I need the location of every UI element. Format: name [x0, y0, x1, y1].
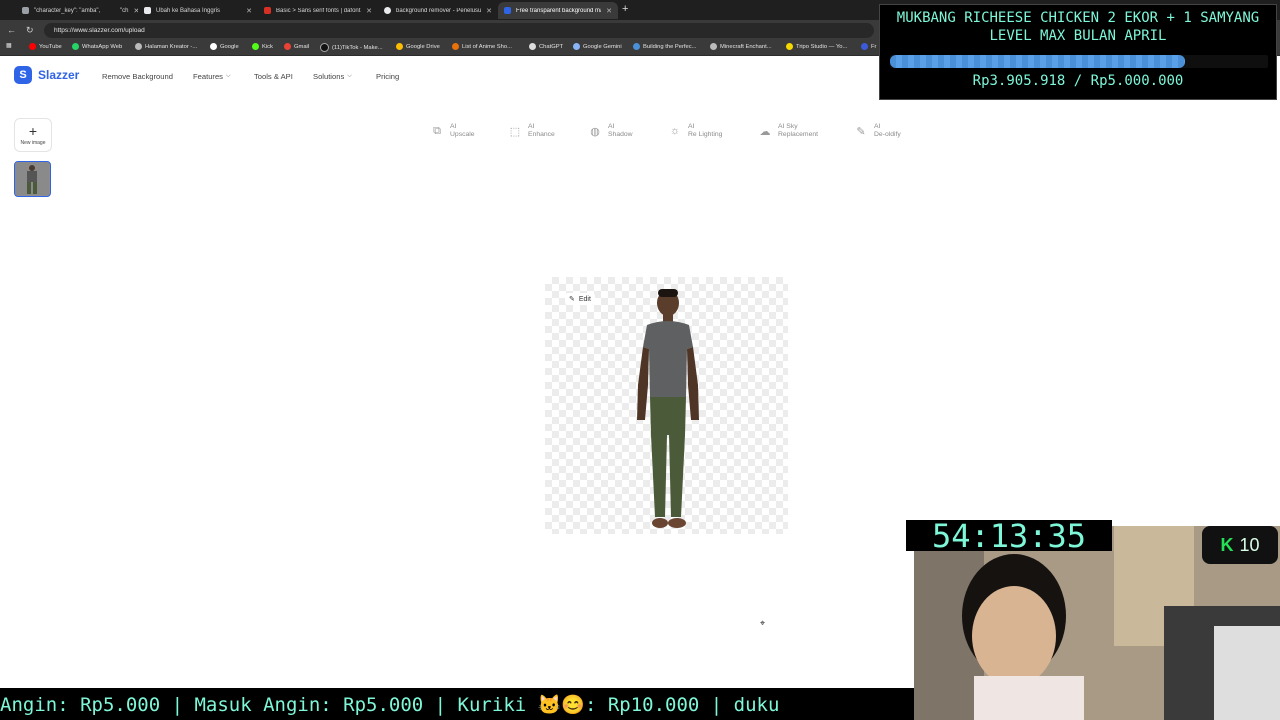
bookmark-item[interactable]: Minecraft Enchant... — [710, 43, 772, 50]
edit-button[interactable]: ✎ Edit — [565, 293, 595, 305]
whatsapp-icon — [72, 43, 79, 50]
tripo-icon — [786, 43, 793, 50]
image-thumbnail[interactable] — [14, 161, 51, 197]
upscale-icon: ⧉ — [433, 124, 441, 137]
site-header: S Slazzer Remove Background Features ⌵ To… — [0, 56, 880, 96]
bookmark-site-icon — [633, 43, 640, 50]
nav-tools-api[interactable]: Tools & API — [254, 72, 293, 81]
shadow-icon: ◍ — [590, 125, 600, 138]
chevron-down-icon: ⌵ — [225, 73, 231, 79]
thumbnail-figure — [15, 162, 49, 195]
donation-progress-fill — [890, 55, 1186, 68]
bookmark-site-icon — [710, 43, 717, 50]
browser-tab[interactable]: "ch ✕ — [114, 2, 138, 19]
image-canvas[interactable]: ✎ Edit — [545, 277, 788, 534]
close-tab-icon[interactable]: ✕ — [606, 7, 612, 15]
relighting-icon: ☼ — [669, 125, 681, 137]
processed-image-figure — [637, 289, 699, 528]
slazzer-logo-icon: S — [14, 66, 32, 84]
kick-viewer-count: K 10 — [1202, 526, 1278, 564]
tab-favicon-icon — [22, 7, 29, 14]
mouse-cursor-icon: ⌖ — [760, 618, 766, 628]
chatgpt-icon — [529, 43, 536, 50]
tool-ai-relighting[interactable]: ☼ AI Re Lighting — [668, 123, 722, 139]
nav-features[interactable]: Features ⌵ — [193, 72, 231, 81]
tool-ai-upscale[interactable]: ⧉ AI Upscale — [430, 123, 475, 139]
gmail-icon — [284, 43, 291, 50]
google-drive-icon — [396, 43, 403, 50]
stream-timer: 54:13:35 — [906, 520, 1112, 553]
donation-goal-title: MUKBANG RICHEESE CHICKEN 2 EKOR + 1 SAMY… — [896, 10, 1260, 44]
youtube-icon — [29, 43, 36, 50]
bookmark-item[interactable]: Halaman Kreator -... — [135, 43, 197, 50]
sky-replacement-icon: ☁ — [759, 125, 771, 138]
close-tab-icon[interactable]: ✕ — [366, 7, 372, 15]
bookmark-item[interactable]: YouTube — [29, 43, 62, 50]
nav-pricing[interactable]: Pricing — [376, 72, 399, 81]
donation-progress-bar — [890, 55, 1268, 68]
close-tab-icon[interactable]: ✕ — [246, 7, 252, 15]
gemini-icon — [573, 43, 580, 50]
nav-remove-background[interactable]: Remove Background — [102, 72, 173, 81]
donation-amount: Rp3.905.918 / Rp5.000.000 — [972, 73, 1184, 89]
tiktok-icon — [320, 43, 329, 52]
bookmark-item[interactable]: Google — [210, 43, 239, 50]
deoldify-icon: ✎ — [856, 125, 866, 138]
bookmark-item[interactable]: Tripo Studio — Yo... — [786, 43, 847, 50]
bookmark-site-icon — [861, 43, 868, 50]
browser-tab-active[interactable]: Free transparent background mak ✕ — [498, 2, 618, 19]
back-icon[interactable]: ← — [7, 25, 16, 35]
bookmark-item[interactable]: Gmail — [284, 43, 309, 50]
bookmark-item[interactable]: (11)TikTok - Make... — [320, 43, 383, 52]
bookmark-item[interactable]: Google Drive — [396, 43, 440, 50]
google-favicon-icon — [384, 7, 391, 14]
close-tab-icon[interactable]: ✕ — [486, 7, 492, 15]
enhance-icon: ⬚ — [509, 125, 521, 138]
subtitle-area — [0, 668, 914, 688]
kick-icon: K — [1220, 534, 1234, 555]
bookmark-item[interactable]: WhatsApp Web — [72, 43, 122, 50]
ticker-text: Angin: Rp5.000 | Masuk Angin: Rp5.000 | … — [0, 694, 780, 716]
bookmark-item[interactable]: Fr — [861, 43, 876, 50]
new-image-button[interactable]: + New image — [14, 118, 52, 152]
browser-tab[interactable]: Basic > Sans serif fonts | dafont.co ✕ — [258, 2, 378, 19]
tool-ai-shadow[interactable]: ◍ AI Shadow — [588, 123, 632, 139]
nav-solutions[interactable]: Solutions ⌵ — [313, 72, 352, 81]
anime-list-icon — [452, 43, 459, 50]
creator-icon — [135, 43, 142, 50]
bookmark-item[interactable]: Google Gemini — [573, 43, 622, 50]
new-tab-icon[interactable]: + — [622, 3, 628, 15]
browser-tab[interactable]: background remover - Penelusura ✕ — [378, 2, 498, 19]
slazzer-logo[interactable]: S Slazzer — [14, 66, 79, 84]
reload-icon[interactable]: ↻ — [26, 25, 34, 36]
donation-goal-overlay: MUKBANG RICHEESE CHICKEN 2 EKOR + 1 SAMY… — [879, 4, 1277, 100]
bookmark-item[interactable]: Building the Perfec... — [633, 43, 697, 50]
bookmark-item[interactable]: List of Anime Sho... — [452, 43, 512, 50]
browser-tab[interactable]: "character_key": "amba", — [16, 2, 120, 19]
tab-favicon-icon — [144, 7, 151, 14]
donation-ticker: Angin: Rp5.000 | Masuk Angin: Rp5.000 | … — [0, 688, 914, 720]
bookmark-item[interactable]: ChatGPT — [529, 43, 563, 50]
chevron-down-icon: ⌵ — [347, 73, 352, 79]
browser-tab[interactable]: Ubah ke Bahasa Inggris ✕ — [138, 2, 258, 19]
tool-ai-sky-replacement[interactable]: ☁ AI Sky Replacement — [758, 123, 819, 139]
tab-favicon-icon — [504, 7, 511, 14]
tool-ai-enhance[interactable]: ⬚ AI Enhance — [508, 123, 555, 139]
kick-icon — [252, 43, 259, 50]
plus-icon: + — [28, 123, 38, 139]
tool-ai-deoldify[interactable]: ✎ AI De-oldify — [854, 123, 900, 139]
pencil-icon: ✎ — [569, 296, 575, 303]
bookmarks-apps-icon[interactable]: ▦ — [6, 43, 11, 49]
url-field[interactable]: https://www.slazzer.com/upload — [44, 23, 874, 38]
google-icon — [210, 43, 217, 50]
bookmark-item[interactable]: Kick — [252, 43, 273, 50]
tab-favicon-icon — [264, 7, 271, 14]
